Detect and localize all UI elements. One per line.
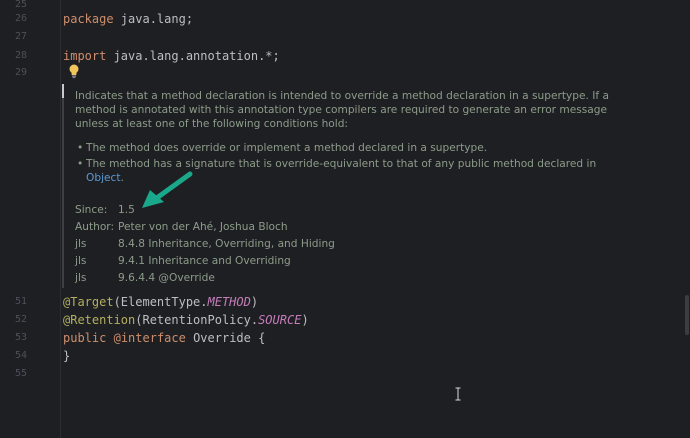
code-line-51[interactable]: @Target(ElementType.METHOD) [63,293,258,311]
doc-tag-key: Since: [75,204,108,216]
code-line-53[interactable]: public @interface Override { [63,329,265,347]
lightbulb-icon[interactable] [67,63,81,79]
code-text: java.lang; [113,12,194,26]
gutter-divider [60,0,61,438]
doc-tag-key: jls [75,238,87,250]
doc-summary-line: unless at least one of the following con… [75,118,349,130]
doc-summary-line: Indicates that a method declaration is i… [75,90,609,102]
doc-tag-value: Peter von der Ahé, Joshua Bloch [118,221,288,233]
code-editor[interactable]: 25 26 27 28 29 51 52 53 54 55 package ja… [0,0,690,438]
doc-tag-value: 8.4.8 Inheritance, Overriding, and Hidin… [118,238,335,250]
bullet-dot: • [77,142,84,154]
enum-constant: METHOD [207,295,251,309]
line-number-gutter: 25 26 27 28 29 51 52 53 54 55 [0,0,60,438]
code-line-26[interactable]: package java.lang; [63,10,193,28]
doc-bullet-item: The method does override or implement a … [86,142,488,154]
doc-tag-value: 9.6.4.4 @Override [118,272,215,284]
bullet-dot: • [77,158,84,170]
annotation-token: @Target [63,295,114,309]
line-number: 51 [14,296,27,307]
line-number: 29 [14,67,27,78]
code-text: java.lang.annotation.*; [106,49,280,63]
code-text: Override { [185,331,266,345]
annotation-token: @Retention [63,313,136,327]
doc-tag-key: jls [75,255,87,267]
code-text: } [63,349,71,363]
code-text: (ElementType. [113,295,208,309]
object-link[interactable]: Object [86,172,121,184]
keyword: import [63,49,107,63]
doc-punctuation: . [120,172,124,184]
doc-tag-key: Author: [75,221,115,233]
code-text: ) [250,295,259,309]
line-number: 27 [14,31,27,42]
doc-bullet-continuation: Object. [86,171,124,185]
code-line-54[interactable]: } [63,347,70,365]
keyword: package [63,12,114,26]
scrollbar-thumb[interactable] [685,295,689,335]
keyword: @interface [113,331,186,345]
line-number: 28 [14,50,27,61]
code-text: ) [301,313,309,327]
doc-tag-value: 1.5 [118,204,135,216]
doc-caret-marker [62,84,64,98]
vertical-scrollbar[interactable] [682,0,690,438]
doc-tag-value: 9.4.1 Inheritance and Overriding [118,255,291,267]
line-number: 53 [14,332,27,343]
line-number: 54 [14,350,27,361]
line-number: 26 [14,13,27,24]
annotation-arrow-icon [138,166,198,212]
code-text: (RetentionPolicy. [135,313,259,327]
code-line-52[interactable]: @Retention(RetentionPolicy.SOURCE) [63,311,309,329]
text-cursor-icon [454,387,462,401]
code-line-28[interactable]: import java.lang.annotation.*; [63,47,280,65]
line-number: 52 [14,314,27,325]
enum-constant: SOURCE [258,313,302,327]
doc-tag-key: jls [75,272,87,284]
line-number: 55 [14,368,27,379]
keyword: public [63,331,107,345]
doc-summary-line: method is annotated with this annotation… [75,104,608,116]
